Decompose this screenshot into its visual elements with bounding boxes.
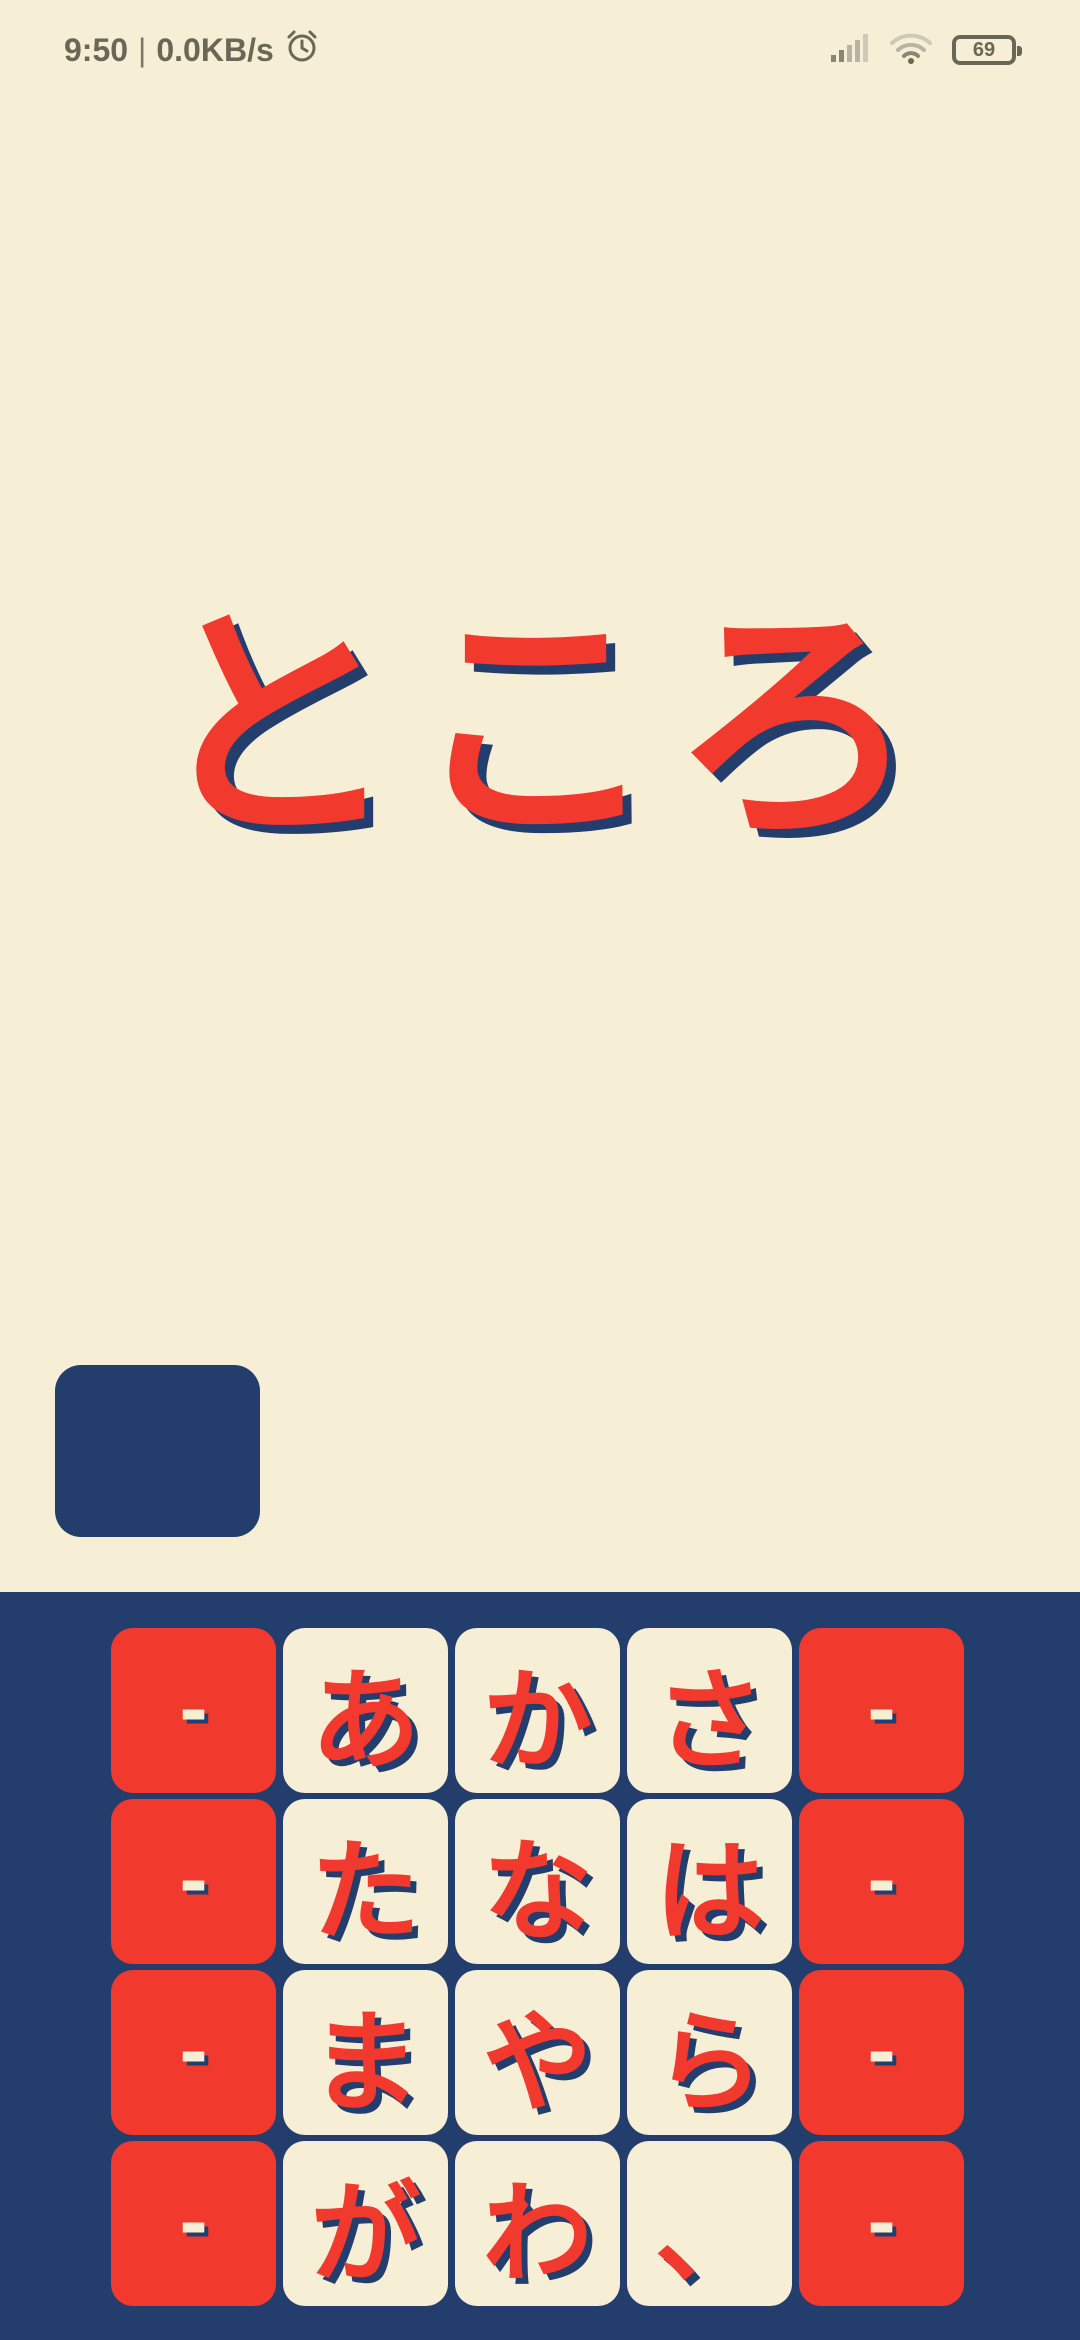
alarm-clock-icon [284,28,320,72]
key-left-minus-1[interactable]: - [111,1628,276,1793]
key-ha[interactable]: は [627,1799,792,1964]
signal-bars-icon [830,33,870,67]
key-left-minus-2[interactable]: - [111,1799,276,1964]
status-bar: 9:50 | 0.0KB/s 69 [0,0,1080,100]
key-ya[interactable]: や [455,1970,620,2135]
key-left-minus-4[interactable]: - [111,2141,276,2306]
word-display: ところ [150,582,930,873]
battery-icon: 69 [952,35,1022,65]
key-right-minus-1[interactable]: - [799,1628,964,1793]
blue-action-button[interactable] [55,1365,260,1537]
key-na[interactable]: な [455,1799,620,1964]
key-comma[interactable]: 、 [627,2141,792,2306]
key-wa[interactable]: わ [455,2141,620,2306]
network-speed: 0.0KB/s [156,31,274,68]
status-bar-right: 69 [830,28,1022,72]
key-right-minus-4[interactable]: - [799,2141,964,2306]
key-left-minus-3[interactable]: - [111,1970,276,2135]
key-ga[interactable]: が [283,2141,448,2306]
key-right-minus-3[interactable]: - [799,1970,964,2135]
key-a[interactable]: あ [283,1628,448,1793]
key-ra[interactable]: ら [627,1970,792,2135]
key-ka[interactable]: か [455,1628,620,1793]
key-ma[interactable]: ま [283,1970,448,2135]
key-ta[interactable]: た [283,1799,448,1964]
status-time: 9:50 [64,31,129,68]
keypad-grid: - あ か さ - - た な は - - ま や ら - - が わ 、 - [111,1628,964,2306]
status-separator: | [138,31,147,68]
key-sa[interactable]: さ [627,1628,792,1793]
status-bar-left: 9:50 | 0.0KB/s [64,28,320,72]
wifi-icon [890,32,932,68]
key-right-minus-2[interactable]: - [799,1799,964,1964]
